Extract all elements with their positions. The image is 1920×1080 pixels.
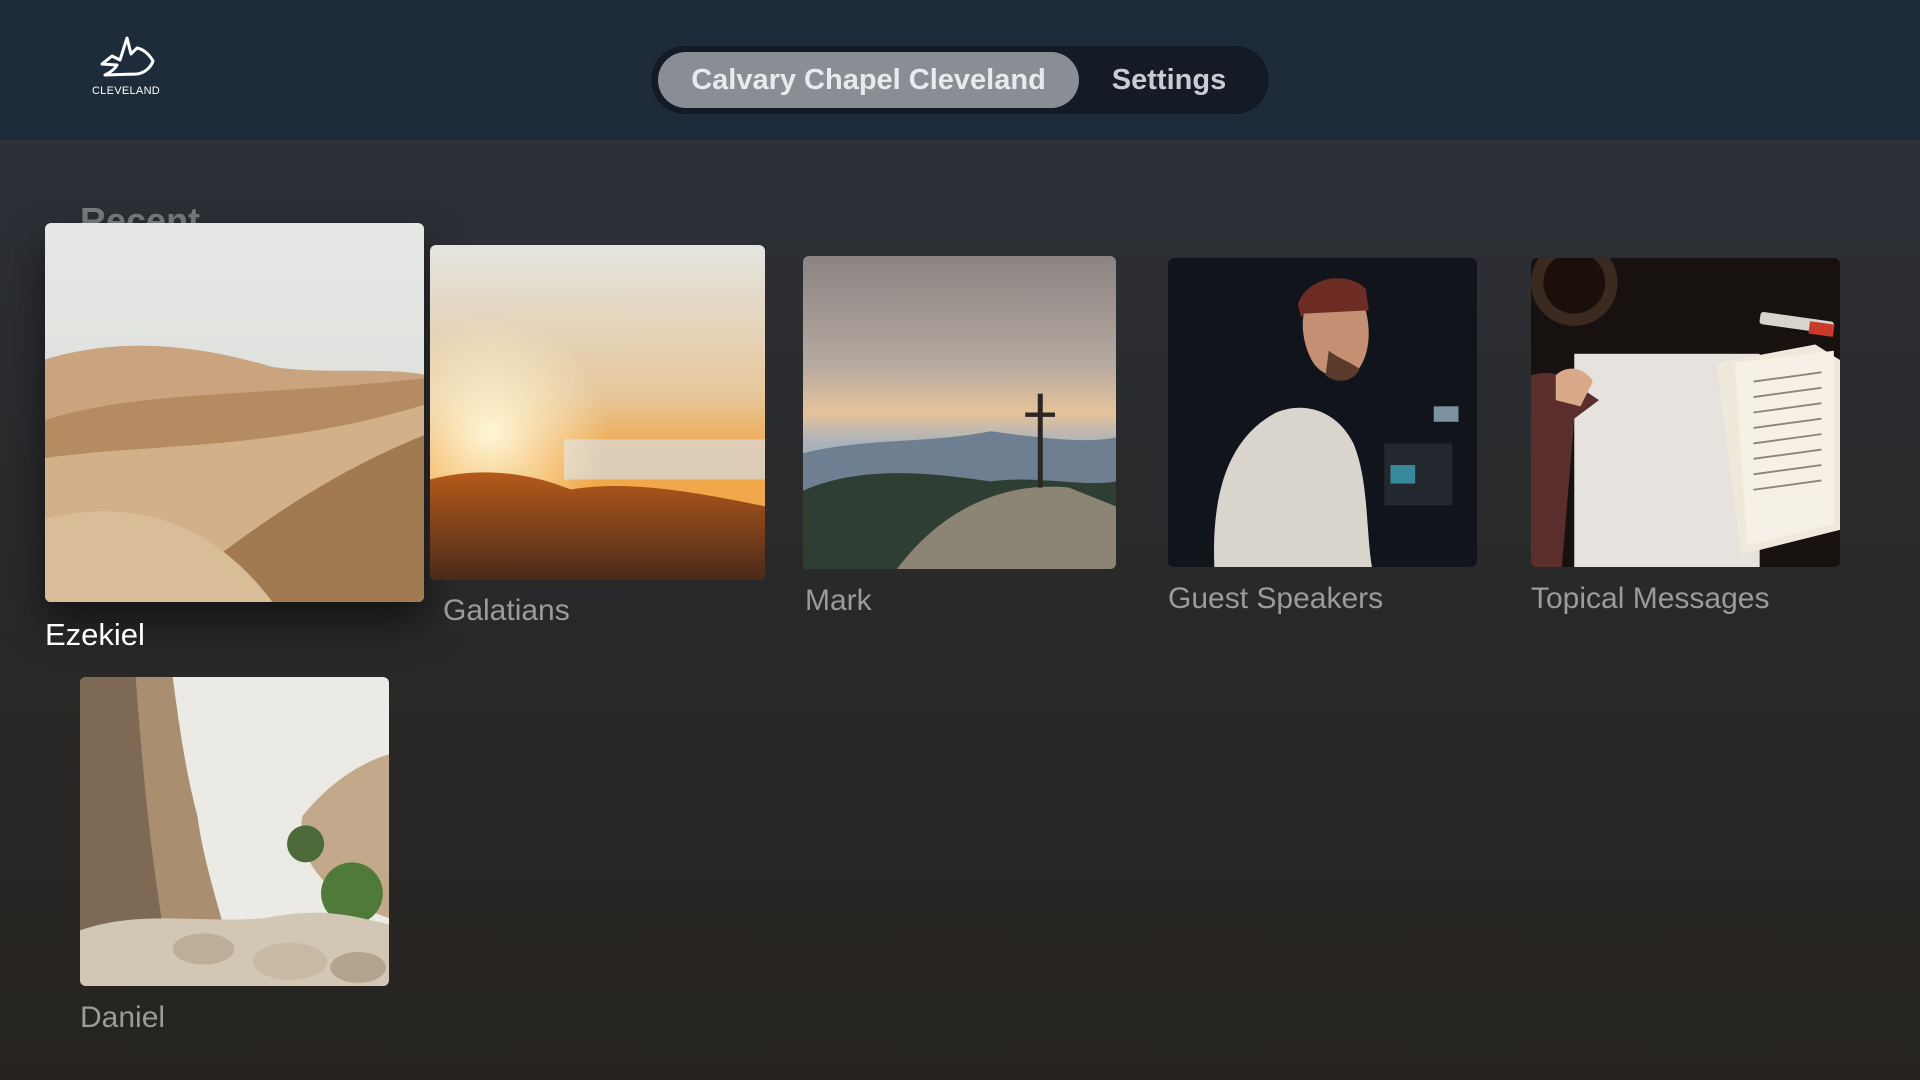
man-with-camera-thumbnail — [1168, 258, 1477, 567]
tab-calvary-chapel-cleveland[interactable]: Calvary Chapel Cleveland — [658, 52, 1079, 108]
rocky-canyon-thumbnail — [80, 677, 389, 986]
top-bar: CLEVELAND Calvary Chapel Cleveland Setti… — [0, 0, 1920, 140]
tile-label: Daniel — [80, 1001, 166, 1034]
tile-label: Guest Speakers — [1168, 582, 1384, 615]
dove-logo-icon — [100, 36, 155, 77]
open-bible-notebook-thumbnail — [1531, 258, 1840, 567]
tab-settings[interactable]: Settings — [1079, 52, 1259, 108]
desert-dunes-thumbnail — [45, 223, 424, 602]
tile-label: Mark — [805, 584, 872, 617]
logo-text: CLEVELAND — [91, 85, 161, 97]
tile-label: Topical Messages — [1531, 582, 1770, 615]
cross-on-mountain-thumbnail — [803, 256, 1116, 569]
church-logo: CLEVELAND — [88, 34, 164, 104]
tile-label: Galatians — [443, 594, 570, 627]
top-tab-bar: Calvary Chapel Cleveland Settings — [651, 46, 1269, 114]
sunrise-thumbnail — [430, 245, 765, 580]
tile-label: Ezekiel — [45, 617, 145, 652]
